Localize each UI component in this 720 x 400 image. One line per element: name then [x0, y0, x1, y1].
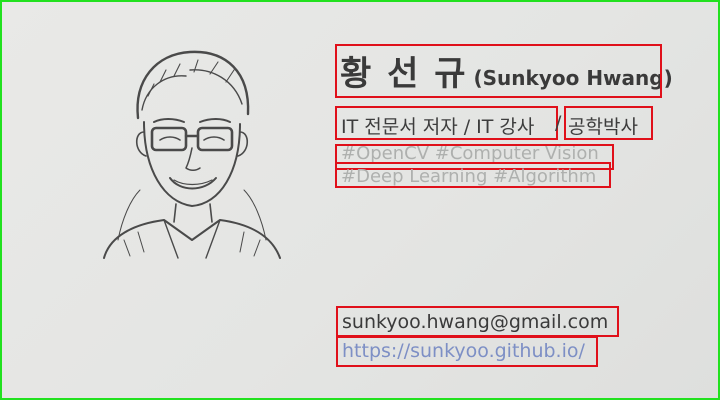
highlight-box-role: [335, 106, 558, 140]
highlight-box-website: [336, 336, 598, 367]
role-separator: /: [555, 112, 562, 134]
highlight-box-name: [335, 44, 662, 98]
profile-card: 황 선 규 (Sunkyoo Hwang) IT 전문서 저자 / IT 강사 /…: [0, 0, 720, 400]
highlight-box-email: [336, 306, 619, 337]
highlight-box-tags-2: [335, 162, 611, 188]
portrait-sketch-image: [103, 50, 281, 259]
highlight-box-degree: [564, 106, 653, 140]
